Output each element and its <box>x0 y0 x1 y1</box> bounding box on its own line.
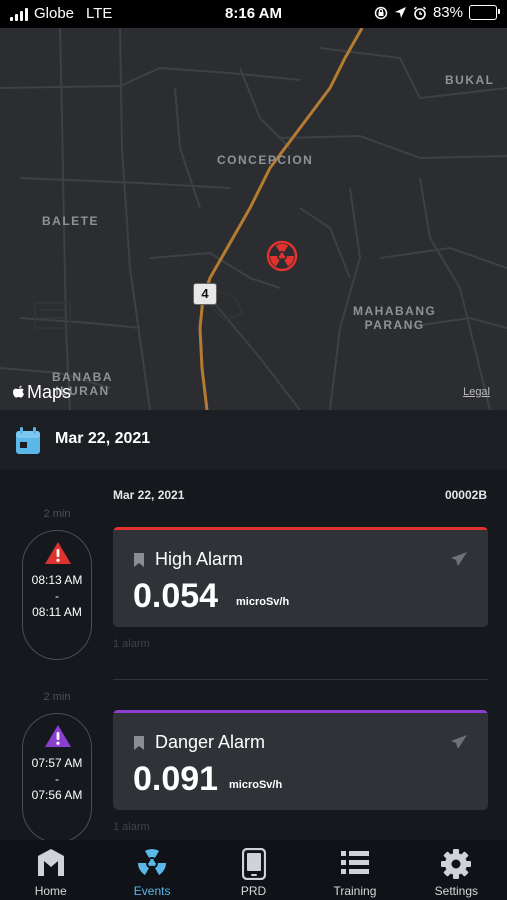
calendar-icon <box>16 427 40 454</box>
events-list[interactable]: Mar 22, 2021 00002B 2 min 08:13 AM - 08:… <box>0 470 507 840</box>
map-place-label-line: MAHABANG <box>353 304 437 318</box>
event-duration: 2 min <box>43 508 71 520</box>
device-code: 00002B <box>444 488 487 502</box>
radiation-pin-icon[interactable] <box>266 240 298 272</box>
bookmark-icon[interactable] <box>134 736 144 750</box>
date-header: Mar 22, 2021 <box>0 410 507 470</box>
event-time-pill: 08:13 AM - 08:11 AM <box>22 530 92 660</box>
event-time-separator: - <box>55 772 59 786</box>
tab-prd[interactable]: PRD <box>203 840 304 900</box>
event-time-separator: - <box>55 589 59 603</box>
alarm-card-accent <box>113 710 488 713</box>
tab-home[interactable]: Home <box>0 840 101 900</box>
tab-label: PRD <box>240 884 267 898</box>
legal-link[interactable]: Legal <box>463 386 490 398</box>
warning-triangle-icon <box>45 725 71 747</box>
event-time-start: 08:13 AM <box>31 573 83 587</box>
alarm-value: 0.091 <box>133 760 219 798</box>
battery-percent: 83% <box>432 4 463 21</box>
maps-brand-text: Maps <box>27 382 72 402</box>
alarm-count: 1 alarm <box>113 638 150 650</box>
tab-events[interactable]: Events <box>101 840 202 900</box>
event-duration: 2 min <box>43 691 71 703</box>
alarm-value: 0.054 <box>133 577 219 615</box>
bookmark-icon[interactable] <box>134 553 144 567</box>
tab-training[interactable]: Training <box>304 840 405 900</box>
alarm-card-accent <box>113 527 488 530</box>
map-view[interactable]: BUKAL CONCEPCION BALETE MAHABANG PARANG … <box>0 28 507 410</box>
alarm-title: Danger Alarm <box>155 732 266 752</box>
alarm-title: High Alarm <box>155 549 244 569</box>
alarm-card[interactable]: Danger Alarm 0.091 microSv/h <box>113 710 488 810</box>
gear-icon <box>441 849 472 879</box>
device-icon <box>241 848 266 880</box>
tab-label: Home <box>34 884 67 898</box>
event-time-end: 08:11 AM <box>32 605 82 619</box>
send-icon[interactable] <box>450 551 468 567</box>
map-place-label: CONCEPCION <box>217 153 314 167</box>
event-divider <box>113 679 488 680</box>
home-logo-icon <box>37 849 64 876</box>
map-place-label: MAHABANG PARANG <box>353 304 436 332</box>
map-place-label-line: PARANG <box>364 318 425 332</box>
date-header-label: Mar 22, 2021 <box>55 430 151 447</box>
apple-logo-icon <box>13 385 24 398</box>
tab-label: Settings <box>434 884 478 898</box>
maps-brand: Maps <box>12 382 71 403</box>
list-header: Mar 22, 2021 00002B <box>113 488 487 502</box>
warning-triangle-icon <box>45 542 71 564</box>
map-place-label: BUKAL <box>445 73 495 87</box>
alarm-unit: microSv/h <box>229 779 283 791</box>
list-icon <box>340 851 369 874</box>
tab-label: Training <box>333 884 377 898</box>
alarm-unit: microSv/h <box>236 596 290 608</box>
road-shield: 4 <box>193 283 217 305</box>
alarm-clock-icon <box>413 6 427 20</box>
event-time-start: 07:57 AM <box>31 756 83 770</box>
list-header-date: Mar 22, 2021 <box>113 488 185 502</box>
map-place-label: BALETE <box>42 214 99 228</box>
alarm-count: 1 alarm <box>113 821 150 833</box>
status-bar: Globe LTE 8:16 AM 83% <box>0 0 507 28</box>
battery-icon <box>469 5 500 20</box>
status-icons: 83% <box>374 4 500 21</box>
tab-label: Events <box>133 884 171 898</box>
event-time-end: 07:56 AM <box>31 788 83 802</box>
event-time-pill: 07:57 AM - 07:56 AM <box>22 713 92 840</box>
alarm-card[interactable]: High Alarm 0.054 microSv/h <box>113 527 488 627</box>
orientation-lock-icon <box>374 6 388 19</box>
radiation-icon <box>138 849 167 875</box>
tab-settings[interactable]: Settings <box>406 840 507 900</box>
location-arrow-icon <box>394 7 406 18</box>
tab-bar: Home Events PRD Training Settings <box>0 840 507 900</box>
send-icon[interactable] <box>450 734 468 750</box>
